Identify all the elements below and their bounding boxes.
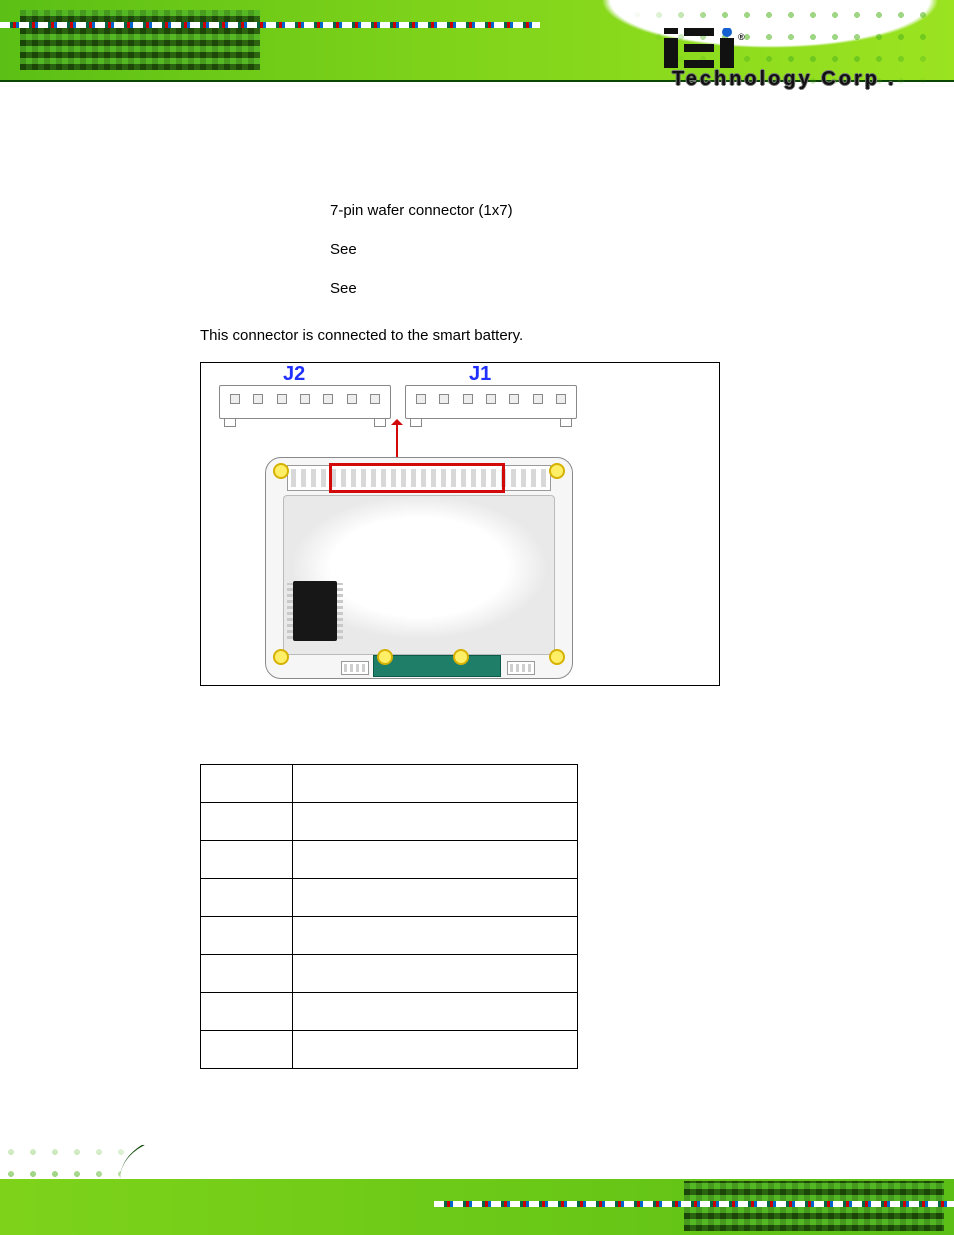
table-row: [201, 1031, 578, 1069]
table-row: [201, 917, 578, 955]
mount-hole-icon: [273, 649, 289, 665]
table-row: [201, 993, 578, 1031]
table-cell-pin: [201, 955, 293, 993]
mount-hole-icon: [549, 463, 565, 479]
table-header-desc: [293, 765, 578, 803]
mount-hole-icon: [273, 463, 289, 479]
connector-location-figure: J2 J1 1 7 1 7: [200, 362, 720, 686]
table-row: [201, 803, 578, 841]
mount-hole-icon: [549, 649, 565, 665]
table-header-pin: [201, 765, 293, 803]
table-cell-desc: [293, 993, 578, 1031]
table-row: [201, 955, 578, 993]
table-cell-desc: [293, 803, 578, 841]
table-cell-pin: [201, 879, 293, 917]
table-cell-pin: [201, 1031, 293, 1069]
table-cell-pin: [201, 993, 293, 1031]
spec-type-value: 7-pin wafer connector (1x7): [330, 200, 954, 221]
spec-list: 7-pin wafer connector (1x7) See See: [330, 200, 954, 299]
pinout-table: [200, 764, 578, 1069]
spec-location-value: See: [330, 239, 954, 260]
table-cell-desc: [293, 955, 578, 993]
table-cell-pin: [201, 803, 293, 841]
callout-arrow-icon: [396, 421, 398, 457]
board-small-connector-left-icon: [341, 661, 369, 675]
wafer-connector-j1-icon: [405, 385, 577, 419]
board-chip-icon: [293, 581, 337, 641]
table-cell-desc: [293, 879, 578, 917]
footer-white-sweep: [120, 1145, 954, 1179]
table-cell-desc: [293, 1031, 578, 1069]
page-header-banner: ® Technology Corp.: [0, 0, 954, 100]
body-paragraph: This connector is connected to the smart…: [200, 327, 954, 344]
mount-hole-icon: [453, 649, 469, 665]
brand-logo: ® Technology Corp.: [664, 28, 924, 74]
brand-period: .: [888, 68, 897, 91]
wafer-connector-j2-icon: [219, 385, 391, 419]
footer-green-strip: [0, 1179, 954, 1235]
board-small-connector-right-icon: [507, 661, 535, 675]
iei-logo-icon: ®: [664, 28, 750, 68]
table-header-row: [201, 765, 578, 803]
page-footer-banner: [0, 1145, 954, 1235]
mount-hole-icon: [377, 649, 393, 665]
table-cell-desc: [293, 841, 578, 879]
page-content: 7-pin wafer connector (1x7) See See This…: [0, 200, 954, 1069]
spec-pinouts-value: See: [330, 278, 954, 299]
footer-ribbon: [434, 1201, 954, 1207]
table-cell-pin: [201, 917, 293, 955]
highlight-box-icon: [329, 463, 505, 493]
table-row: [201, 879, 578, 917]
board-diagram: [265, 457, 573, 679]
table-cell-desc: [293, 917, 578, 955]
table-row: [201, 841, 578, 879]
brand-text: Technology Corp: [672, 68, 880, 91]
figure-label-j2: J2: [283, 363, 305, 386]
svg-text:®: ®: [738, 32, 745, 42]
figure-label-j1: J1: [469, 363, 491, 386]
table-cell-pin: [201, 841, 293, 879]
